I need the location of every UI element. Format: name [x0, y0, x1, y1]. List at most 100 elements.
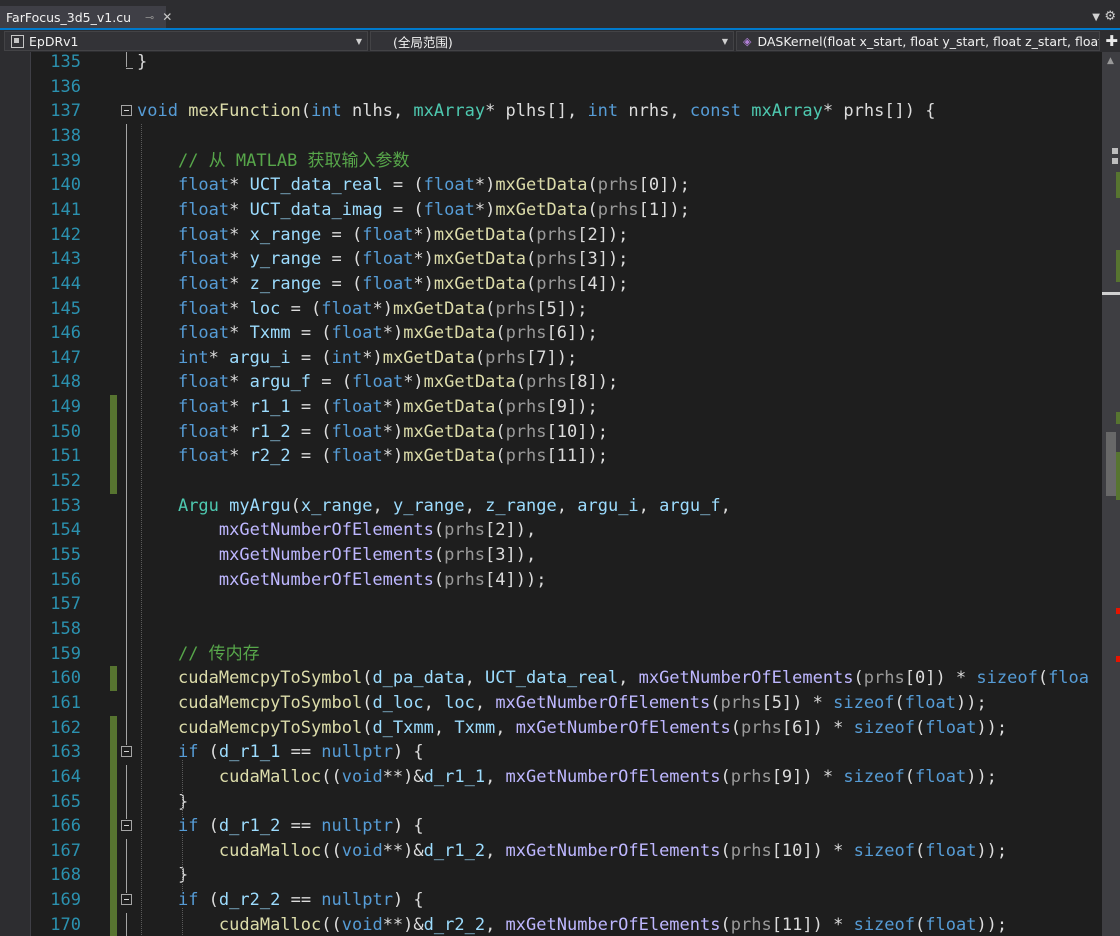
code-token: loc [444, 692, 475, 713]
code-token: argu_i [229, 347, 291, 368]
code-line[interactable]: 146 float* Txmm = (float*)mxGetData(prhs… [0, 321, 1102, 346]
code-text[interactable]: float* argu_f = (float*)mxGetData(prhs[8… [137, 370, 618, 395]
code-text[interactable]: if (d_r1_2 == nullptr) { [137, 814, 424, 839]
code-line[interactable]: 142 float* x_range = (float*)mxGetData(p… [0, 223, 1102, 248]
code-text[interactable]: cudaMemcpyToSymbol(d_pa_data, UCT_data_r… [137, 666, 1089, 691]
code-line[interactable]: 169 if (d_r2_2 == nullptr) { [0, 888, 1102, 914]
pin-icon[interactable]: ⊸ [145, 11, 154, 24]
code-text[interactable]: cudaMemcpyToSymbol(d_loc, loc, mxGetNumb… [137, 691, 987, 716]
code-token: cudaMalloc [218, 766, 322, 787]
code-token: z_range [485, 495, 557, 516]
code-text[interactable]: float* loc = (float*)mxGetData(prhs[5]); [137, 297, 588, 322]
code-text[interactable]: cudaMemcpyToSymbol(d_Txmm, Txmm, mxGetNu… [137, 716, 1007, 741]
code-text[interactable]: void mexFunction(int nlhs, mxArray* plhs… [137, 99, 936, 124]
fold-collapse-icon[interactable] [121, 894, 132, 906]
code-line[interactable]: 149 float* r1_1 = (float*)mxGetData(prhs… [0, 395, 1102, 421]
chevron-down-icon[interactable]: ▼ [1092, 12, 1100, 23]
code-text[interactable]: Argu myArgu(x_range, y_range, z_range, a… [137, 494, 731, 519]
document-tab[interactable]: FarFocus_3d5_v1.cu ⊸ ✕ [0, 6, 172, 28]
code-line[interactable]: 160 cudaMemcpyToSymbol(d_pa_data, UCT_da… [0, 666, 1102, 692]
code-token: **)& [382, 914, 424, 935]
code-line[interactable]: 167 cudaMalloc((void**)&d_r1_2, mxGetNum… [0, 838, 1102, 864]
code-text[interactable]: if (d_r1_1 == nullptr) { [137, 740, 424, 765]
code-line[interactable]: 144 float* z_range = (float*)mxGetData(p… [0, 272, 1102, 297]
code-text[interactable]: } [137, 863, 188, 888]
close-icon[interactable]: ✕ [162, 10, 172, 24]
scope-dropdown[interactable]: (全局范围) ▼ [370, 31, 734, 51]
code-line[interactable]: 165 } [0, 789, 1102, 815]
code-token: * [229, 397, 250, 418]
line-number: 135 [50, 52, 81, 72]
code-line[interactable]: 152 [0, 469, 1102, 495]
change-marker [110, 838, 117, 864]
fold-collapse-icon[interactable] [121, 746, 132, 758]
code-line[interactable]: 148 float* argu_f = (float*)mxGetData(pr… [0, 370, 1102, 395]
code-line[interactable]: 143 float* y_range = (float*)mxGetData(p… [0, 247, 1102, 272]
code-line[interactable]: 138 [0, 124, 1102, 149]
code-text[interactable]: float* r1_1 = (float*)mxGetData(prhs[9])… [137, 395, 598, 420]
code-line[interactable]: 136 [0, 75, 1102, 100]
code-line[interactable]: 170 cudaMalloc((void**)&d_r2_2, mxGetNum… [0, 912, 1102, 936]
code-text[interactable]: mxGetNumberOfElements(prhs[3]), [137, 543, 536, 568]
code-line[interactable]: 147 int* argu_i = (int*)mxGetData(prhs[7… [0, 346, 1102, 371]
vertical-scrollbar[interactable]: ▲ [1102, 52, 1120, 936]
split-editor-icon[interactable]: ✚ [1105, 32, 1118, 50]
code-line[interactable]: 163 if (d_r1_1 == nullptr) { [0, 740, 1102, 766]
code-text[interactable]: float* x_range = (float*)mxGetData(prhs[… [137, 223, 628, 248]
code-text[interactable]: mxGetNumberOfElements(prhs[2]), [137, 518, 536, 543]
code-text[interactable]: // 传内存 [137, 642, 260, 667]
code-line[interactable]: 141 float* UCT_data_imag = (float*)mxGet… [0, 198, 1102, 223]
code-text[interactable]: float* Txmm = (float*)mxGetData(prhs[6])… [137, 321, 598, 346]
code-line[interactable]: 153 Argu myArgu(x_range, y_range, z_rang… [0, 494, 1102, 519]
code-line[interactable]: 154 mxGetNumberOfElements(prhs[2]), [0, 518, 1102, 543]
code-text[interactable]: mxGetNumberOfElements(prhs[4])); [137, 568, 547, 593]
code-token: [7]); [526, 347, 578, 368]
code-line[interactable]: 168 } [0, 863, 1102, 889]
code-line[interactable]: 162 cudaMemcpyToSymbol(d_Txmm, Txmm, mxG… [0, 715, 1102, 741]
code-text[interactable]: float* UCT_data_real = (float*)mxGetData… [137, 173, 690, 198]
gear-icon[interactable]: ⚙ [1104, 9, 1116, 24]
code-line[interactable]: 150 float* r1_2 = (float*)mxGetData(prhs… [0, 419, 1102, 445]
code-line[interactable]: 156 mxGetNumberOfElements(prhs[4])); [0, 568, 1102, 593]
code-text[interactable]: cudaMalloc((void**)&d_r1_1, mxGetNumberO… [137, 765, 997, 790]
scope-dropdown-value: (全局范围) [393, 34, 453, 50]
code-line[interactable]: 159 // 传内存 [0, 642, 1102, 667]
scrollbar-thumb[interactable] [1106, 432, 1116, 496]
code-text[interactable]: float* z_range = (float*)mxGetData(prhs[… [137, 272, 628, 297]
code-text[interactable]: if (d_r2_2 == nullptr) { [137, 888, 424, 913]
code-line[interactable]: 140 float* UCT_data_real = (float*)mxGet… [0, 173, 1102, 198]
code-line[interactable]: 157 [0, 592, 1102, 617]
code-editor[interactable]: 135} 136 137 void mexFunction(int nlhs, mxA… [0, 52, 1102, 936]
code-line[interactable]: 161 cudaMemcpyToSymbol(d_loc, loc, mxGet… [0, 691, 1102, 716]
code-text[interactable]: int* argu_i = (int*)mxGetData(prhs[7]); [137, 346, 577, 371]
code-line[interactable]: 145 float* loc = (float*)mxGetData(prhs[… [0, 297, 1102, 322]
fold-collapse-icon[interactable] [121, 105, 132, 117]
code-line[interactable]: 135} [0, 52, 1102, 75]
code-text[interactable]: } [137, 52, 147, 75]
code-text[interactable]: float* UCT_data_imag = (float*)mxGetData… [137, 198, 690, 223]
code-line[interactable]: 155 mxGetNumberOfElements(prhs[3]), [0, 543, 1102, 568]
code-text[interactable]: float* r1_2 = (float*)mxGetData(prhs[10]… [137, 420, 608, 445]
code-text[interactable]: float* r2_2 = (float*)mxGetData(prhs[11]… [137, 444, 608, 469]
code-text[interactable]: } [137, 790, 188, 815]
code-line[interactable]: 158 [0, 617, 1102, 642]
code-token: [6]); [546, 323, 598, 344]
code-text[interactable]: float* y_range = (float*)mxGetData(prhs[… [137, 247, 628, 272]
code-text[interactable]: cudaMalloc((void**)&d_r1_2, mxGetNumberO… [137, 839, 1007, 864]
fold-collapse-icon[interactable] [121, 820, 132, 832]
code-line[interactable]: 151 float* r2_2 = (float*)mxGetData(prhs… [0, 444, 1102, 470]
code-line[interactable]: 137 void mexFunction(int nlhs, mxArray* p… [0, 99, 1102, 124]
code-line[interactable]: 166 if (d_r1_2 == nullptr) { [0, 814, 1102, 840]
code-token: const [689, 101, 741, 122]
scroll-up-arrow-icon[interactable]: ▲ [1107, 56, 1114, 66]
project-dropdown[interactable]: EpDRv1 ▼ [4, 31, 368, 51]
code-text[interactable]: // 从 MATLAB 获取输入参数 [137, 149, 410, 174]
code-line[interactable]: 139 // 从 MATLAB 获取输入参数 [0, 149, 1102, 174]
code-token: = ( [290, 421, 332, 442]
code-line[interactable]: 164 cudaMalloc((void**)&d_r1_1, mxGetNum… [0, 764, 1102, 790]
member-dropdown[interactable]: ◈ DASKernel(float x_start, float y_start… [736, 31, 1100, 51]
code-text[interactable]: cudaMalloc((void**)&d_r2_2, mxGetNumberO… [137, 913, 1007, 936]
code-token: [4])); [485, 569, 547, 590]
